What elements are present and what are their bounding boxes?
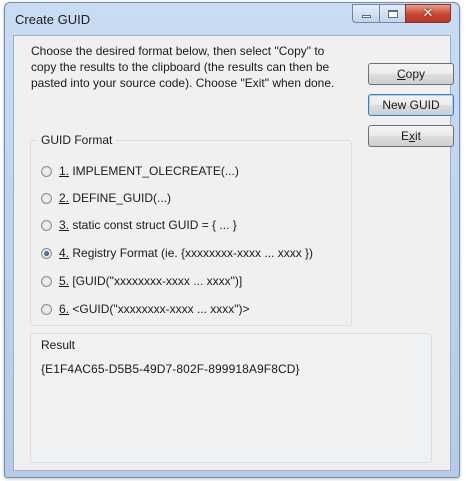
copy-button[interactable]: Copy <box>368 63 454 85</box>
copy-label-rest: opy <box>405 67 426 81</box>
format-option-3[interactable]: 3. static const struct GUID = { ... } <box>41 216 237 234</box>
format-option-label: 3. static const struct GUID = { ... } <box>59 218 237 232</box>
guid-format-group: GUID Format 1. IMPLEMENT_OLECREATE(...) … <box>30 133 352 326</box>
exit-label-first: E <box>400 129 409 143</box>
close-icon: ✕ <box>422 6 434 21</box>
exit-button[interactable]: Ex it <box>368 125 454 147</box>
close-button[interactable]: ✕ <box>405 4 451 23</box>
format-option-label: 2. DEFINE_GUID(...) <box>59 191 171 205</box>
result-guid-value: {E1F4AC65-D5B5-49D7-802F-899918A9F8CD} <box>41 362 300 376</box>
option-text: <GUID("xxxxxxxx-xxxx ... xxxx")> <box>69 302 250 316</box>
radio-button[interactable] <box>41 192 52 204</box>
format-option-6[interactable]: 6. <GUID("xxxxxxxx-xxxx ... xxxx")> <box>41 300 250 318</box>
option-text: DEFINE_GUID(...) <box>69 191 172 205</box>
option-number: 4. <box>59 246 70 260</box>
exit-label-rest: it <box>415 129 421 143</box>
minimize-icon <box>361 15 371 18</box>
option-text: [GUID("xxxxxxxx-xxxx ... xxxx")] <box>69 274 243 288</box>
new-guid-label: New GUID <box>382 98 440 112</box>
format-option-4[interactable]: 4. Registry Format (ie. {xxxxxxxx-xxxx .… <box>41 244 313 262</box>
format-option-label: 4. Registry Format (ie. {xxxxxxxx-xxxx .… <box>59 246 313 260</box>
title-bar[interactable]: Create GUID ✕ <box>5 3 459 35</box>
format-option-label: 5. [GUID("xxxxxxxx-xxxx ... xxxx")] <box>59 274 242 288</box>
caption-buttons: ✕ <box>352 4 451 23</box>
dialog-client-area: Choose the desired format below, then se… <box>13 35 454 471</box>
radio-button[interactable] <box>41 303 52 315</box>
minimize-button[interactable] <box>352 4 379 23</box>
format-option-1[interactable]: 1. IMPLEMENT_OLECREATE(...) <box>41 162 239 180</box>
option-number: 1. <box>59 164 70 178</box>
option-number: 3. <box>59 218 70 232</box>
radio-button[interactable] <box>41 165 52 177</box>
radio-button[interactable] <box>41 275 52 287</box>
format-option-label: 6. <GUID("xxxxxxxx-xxxx ... xxxx")> <box>59 302 250 316</box>
option-number: 2. <box>59 191 70 205</box>
radio-button[interactable] <box>41 219 52 231</box>
format-option-5[interactable]: 5. [GUID("xxxxxxxx-xxxx ... xxxx")] <box>41 272 242 290</box>
maximize-button[interactable] <box>379 4 405 23</box>
format-option-label: 1. IMPLEMENT_OLECREATE(...) <box>59 164 239 178</box>
option-text: IMPLEMENT_OLECREATE(...) <box>69 164 239 178</box>
instructions-text: Choose the desired format below, then se… <box>31 44 335 90</box>
maximize-icon <box>387 9 398 18</box>
new-guid-button[interactable]: New GUID <box>368 94 454 116</box>
copy-mnemonic: C <box>396 67 406 81</box>
option-text: Registry Format (ie. {xxxxxxxx-xxxx ... … <box>69 246 314 260</box>
option-number: 5. <box>59 274 70 288</box>
format-option-2[interactable]: 2. DEFINE_GUID(...) <box>41 189 171 207</box>
guid-format-label: GUID Format <box>37 133 117 147</box>
window-title: Create GUID <box>15 12 91 27</box>
result-label: Result <box>41 338 76 352</box>
radio-button[interactable] <box>41 247 52 259</box>
result-group: Result {E1F4AC65-D5B5-49D7-802F-899918A9… <box>30 333 432 463</box>
create-guid-window: Create GUID ✕ Choose the desired format … <box>4 2 460 478</box>
option-text: static const struct GUID = { ... } <box>69 218 237 232</box>
option-number: 6. <box>59 302 70 316</box>
